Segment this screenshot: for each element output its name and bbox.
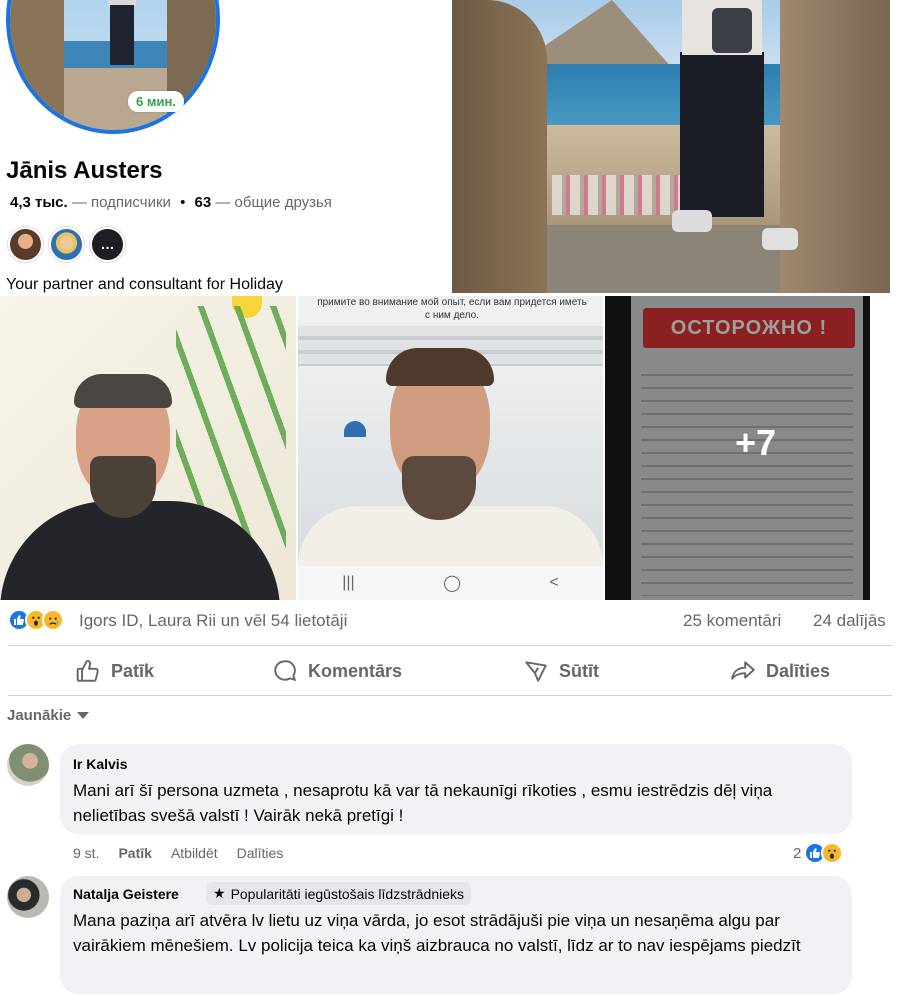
comment-time[interactable]: 9 st. — [73, 845, 99, 861]
post-photo-grid: 6 мин. Jānis Austers 4,3 тыс. — подписчи… — [0, 0, 900, 600]
divider — [8, 645, 892, 646]
post-action-bar: Patīk Komentārs Sūtīt Dalīties — [0, 650, 900, 692]
profile-name[interactable]: Jānis Austers — [6, 157, 163, 185]
comments-count[interactable]: 25 komentāri — [683, 611, 781, 631]
send-button[interactable]: Sūtīt — [523, 656, 599, 686]
profile-avatar[interactable] — [6, 0, 220, 134]
star-icon: ★ — [213, 885, 226, 901]
wow-icon — [821, 842, 844, 864]
divider — [8, 695, 892, 696]
more-friends-icon[interactable]: … — [90, 227, 125, 262]
mutual-friends-count: 63 — [194, 194, 212, 211]
photo-selfie-office[interactable]: примите во внимание мой опыт, если вам п… — [298, 296, 603, 600]
like-button-label: Patīk — [111, 660, 155, 681]
reactions-names[interactable]: Igors ID, Laura Rii un vēl 54 lietotāji — [79, 611, 347, 631]
phone-nav-bar: ||| ◯ < — [298, 566, 603, 600]
comment-author[interactable]: Ir Kalvis — [73, 756, 127, 772]
followers-count: 4,3 тыс. — [10, 194, 68, 211]
comment-reply-link[interactable]: Atbildēt — [171, 845, 218, 861]
contributor-badge-label: Popularitāti iegūstošais līdzstrādnieks — [230, 885, 465, 902]
share-arrow-icon — [731, 661, 755, 680]
shares-count[interactable]: 24 dalījās — [813, 611, 886, 631]
photo-profile-card[interactable]: 6 мин. Jānis Austers 4,3 тыс. — подписчи… — [0, 0, 450, 293]
home-icon: ◯ — [443, 575, 461, 592]
more-photos-count[interactable]: +7 — [735, 422, 776, 464]
profile-bio: Your partner and consultant for Holiday — [6, 276, 283, 293]
share-button[interactable]: Dalīties — [730, 656, 830, 686]
reaction-icons[interactable] — [8, 609, 64, 631]
photo-more-overlay[interactable]: ОСТОРОЖНО ! +7 — [605, 296, 885, 600]
photo-caption-text: примите во внимание мой опыт, если вам п… — [317, 297, 587, 321]
chevron-down-icon — [77, 712, 90, 719]
comment-text: Mani arī šī persona uzmeta , nesaprotu k… — [73, 781, 773, 825]
comment-like-link[interactable]: Patīk — [118, 845, 151, 861]
mutual-friend-avatar[interactable] — [49, 227, 84, 262]
like-button[interactable]: Patīk — [75, 656, 154, 686]
thumbs-up-icon — [76, 660, 99, 682]
comment-sort-dropdown[interactable]: Jaunākie — [7, 707, 90, 724]
sad-icon — [42, 609, 64, 631]
profile-stats: 4,3 тыс. — подписчики • 63 — общие друзь… — [10, 194, 332, 211]
stats-separator: • — [180, 194, 186, 211]
back-icon: < — [549, 574, 559, 591]
photo-beach-landscape[interactable] — [452, 0, 890, 293]
comment-bubble-icon — [274, 660, 297, 682]
comment-text: Mana paziņa arī atvēra lv lietu uz viņa … — [73, 911, 801, 955]
send-icon — [525, 661, 547, 682]
comment-bubble: Ir Kalvis Mani arī šī persona uzmeta , n… — [60, 744, 852, 834]
comment-share-link[interactable]: Dalīties — [237, 845, 284, 861]
mutual-friend-avatar[interactable] — [8, 227, 43, 262]
comment-button-label: Komentārs — [308, 660, 403, 681]
commenter-avatar[interactable] — [7, 876, 49, 918]
contributor-badge[interactable]: ★ Popularitāti iegūstošais līdzstrādniek… — [206, 882, 472, 905]
commenter-avatar[interactable] — [7, 744, 49, 786]
photo-selfie-plant[interactable] — [0, 296, 296, 600]
comment-reactions[interactable]: 2 — [793, 842, 844, 864]
comment-bubble: Natalja Geistere ★ Popularitāti iegūstoš… — [60, 876, 852, 994]
share-button-label: Dalīties — [766, 660, 831, 681]
comment-meta: 9 st. Patīk Atbildēt Dalīties — [73, 845, 283, 861]
mutual-friends-label: — общие друзья — [215, 194, 332, 211]
followers-label: — подписчики — [71, 194, 171, 211]
recent-apps-icon: ||| — [342, 574, 355, 591]
comment-button[interactable]: Komentārs — [272, 656, 402, 686]
mutual-friends-avatars: … — [8, 227, 125, 262]
comment-author[interactable]: Natalja Geistere — [73, 886, 179, 902]
comment-reaction-count: 2 — [793, 844, 802, 862]
send-button-label: Sūtīt — [559, 660, 599, 681]
reactions-summary: Igors ID, Laura Rii un vēl 54 lietotāji … — [0, 606, 900, 636]
online-time-badge: 6 мин. — [128, 91, 184, 112]
sort-label: Jaunākie — [7, 707, 72, 724]
